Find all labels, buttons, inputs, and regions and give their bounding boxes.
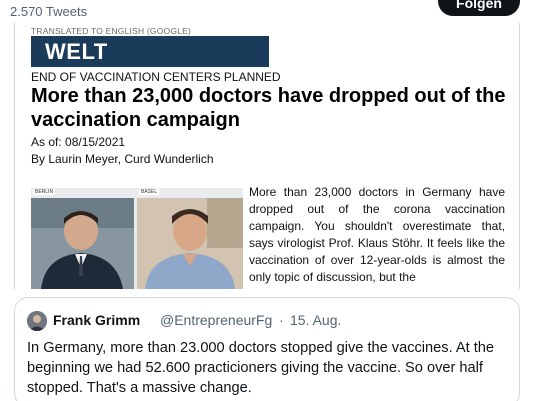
meta-separator: · bbox=[279, 312, 284, 328]
welt-logo-bar: WELT bbox=[31, 36, 269, 67]
quoted-tweet[interactable]: Frank Grimm @EntrepreneurFg · 15. Aug. I… bbox=[14, 297, 520, 401]
article-video-thumbnail: BERLIN BASEL bbox=[31, 188, 243, 289]
video-location-label: BASEL bbox=[139, 189, 160, 195]
video-location-label: BERLIN bbox=[33, 189, 56, 195]
quoted-author-handle[interactable]: @EntrepreneurFg bbox=[160, 312, 272, 328]
video-panel-guest bbox=[137, 198, 243, 289]
tweet-count: 2.570 Tweets bbox=[10, 4, 88, 19]
translated-label: TRANSLATED TO ENGLISH (GOOGLE) bbox=[31, 26, 191, 36]
person-guest-icon bbox=[137, 198, 243, 289]
profile-top-bar: 2.570 Tweets Folgen bbox=[0, 0, 538, 24]
quoted-tweet-date[interactable]: 15. Aug. bbox=[290, 312, 341, 328]
article-body-text: More than 23,000 doctors in Germany have… bbox=[249, 185, 505, 284]
video-panel-anchor bbox=[31, 198, 134, 289]
article-byline: By Laurin Meyer, Curd Wunderlich bbox=[31, 152, 214, 166]
quoted-author-name[interactable]: Frank Grimm bbox=[53, 312, 140, 328]
avatar[interactable] bbox=[27, 311, 47, 331]
article-headline: More than 23,000 doctors have dropped ou… bbox=[31, 85, 506, 131]
welt-logo: WELT bbox=[45, 39, 108, 64]
article-date: As of: 08/15/2021 bbox=[31, 135, 126, 149]
article-kicker: END OF VACCINATION CENTERS PLANNED bbox=[31, 70, 281, 84]
quoted-tweet-text: In Germany, more than 23.000 doctors sto… bbox=[27, 340, 494, 396]
follow-button[interactable]: Folgen bbox=[438, 0, 520, 16]
person-anchor-icon bbox=[31, 198, 134, 289]
article-screenshot-image[interactable]: TRANSLATED TO ENGLISH (GOOGLE) WELT END … bbox=[14, 23, 520, 289]
